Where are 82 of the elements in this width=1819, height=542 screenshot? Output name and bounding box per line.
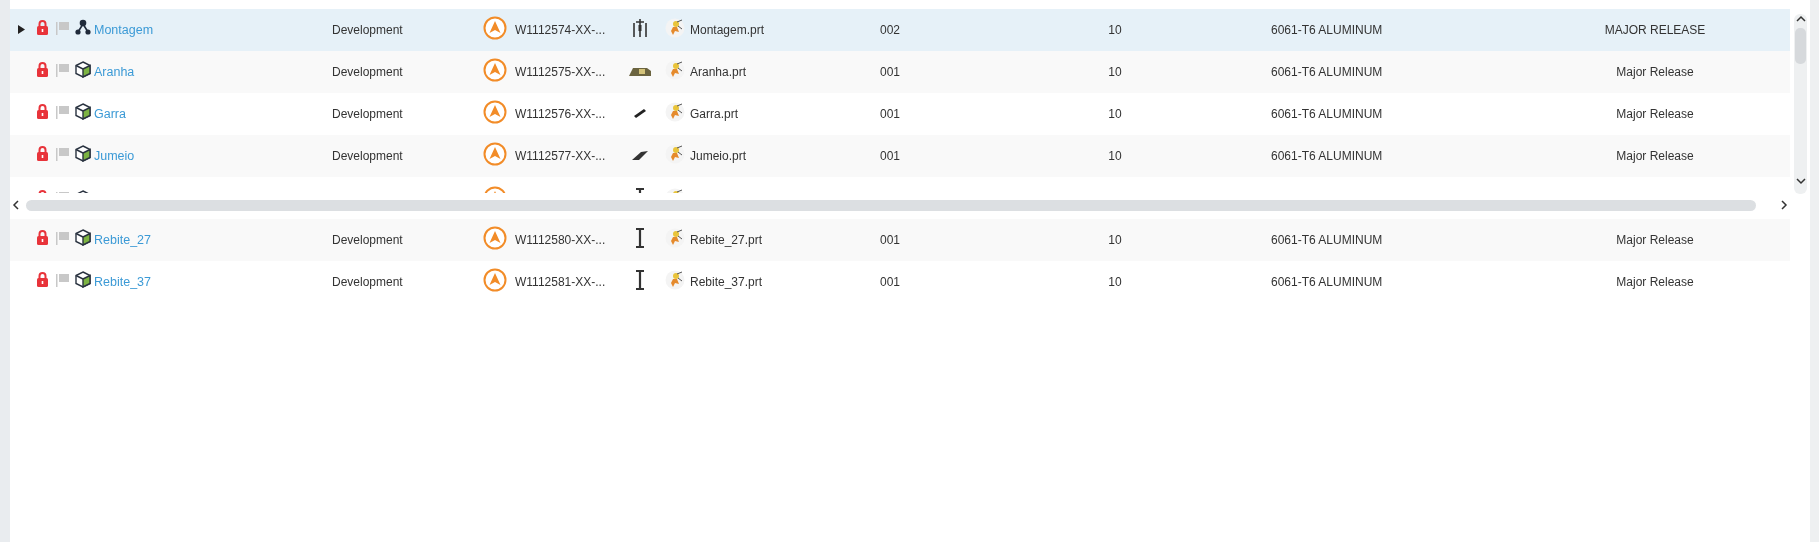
quantity-text: 10: [1108, 23, 1122, 37]
approval-icon: [483, 15, 507, 40]
flag-icon: [55, 272, 69, 287]
release-text: Major Release: [1616, 65, 1694, 79]
table-row[interactable]: Montagem Development W1112574-XX-... Montagem.prt 002 10 6061-T6 ALUMINUM MAJOR RELEASE: [10, 9, 1790, 51]
material-text: 6061-T6 ALUMINUM: [1271, 65, 1383, 79]
table-row[interactable]: Aranha Development W1112575-XX-... Aranha.prt 001 10 6061-T6 ALUMINUM Major Release: [10, 51, 1790, 93]
table-row[interactable]: Rebite_37 Development W1112581-XX-... Rebite_37.prt 001 10 6061-T6 ALUMINUM Major Release: [10, 261, 1790, 303]
approval-icon: [483, 225, 507, 250]
approval-icon: [483, 99, 507, 124]
quantity-text: 10: [1108, 275, 1122, 289]
part-number-text: W1112575-XX-...: [515, 65, 606, 79]
material-text: 6061-T6 ALUMINUM: [1271, 149, 1383, 163]
file-name-text: Montagem.prt: [690, 23, 765, 37]
state-text: Development: [332, 65, 403, 79]
part-thumbnail-icon: [636, 227, 644, 248]
cube-icon: [75, 145, 91, 162]
quantity-text: 10: [1108, 65, 1122, 79]
table-row[interactable]: Jumeio Development W1112577-XX-... Jumeio.prt 001 10 6061-T6 ALUMINUM Major Release: [10, 135, 1790, 177]
cube-icon: [75, 61, 91, 78]
release-text: Major Release: [1616, 107, 1694, 121]
file-name-text: Rebite_27.prt: [690, 233, 763, 247]
state-text: Development: [332, 149, 403, 163]
vertical-scrollbar[interactable]: [1794, 14, 1807, 194]
horizontal-scrollbar[interactable]: [26, 199, 1756, 211]
part-number-text: W1112577-XX-...: [515, 149, 606, 163]
revision-text: 001: [880, 107, 901, 121]
flag-icon: [55, 20, 69, 35]
revision-text: 001: [880, 65, 901, 79]
file-name-text: Rebite_37.prt: [690, 275, 763, 289]
state-text: Development: [332, 233, 403, 247]
part-number-text: W1112574-XX-...: [515, 23, 606, 37]
material-text: 6061-T6 ALUMINUM: [1271, 275, 1383, 289]
state-text: Development: [332, 107, 403, 121]
file-name-text: Jumeio.prt: [690, 149, 747, 163]
cube-icon: [75, 103, 91, 120]
cube-icon: [75, 271, 91, 288]
part-thumbnail-icon: [636, 269, 644, 290]
quantity-text: 10: [1108, 149, 1122, 163]
approval-icon: [483, 57, 507, 82]
figure-icon: [665, 101, 685, 122]
flag-icon: [55, 62, 69, 77]
state-text: Development: [332, 275, 403, 289]
release-text: Major Release: [1616, 275, 1694, 289]
flag-icon: [55, 104, 69, 119]
revision-text: 001: [880, 149, 901, 163]
expand-icon[interactable]: [17, 25, 25, 34]
figure-icon: [665, 269, 685, 290]
part-thumbnail-icon: [629, 68, 651, 76]
material-text: 6061-T6 ALUMINUM: [1271, 233, 1383, 247]
state-text: Development: [332, 23, 403, 37]
flag-icon: [55, 146, 69, 161]
file-name-text: Aranha.prt: [690, 65, 747, 79]
assembly-icon: [75, 19, 91, 36]
part-thumbnail-icon: [632, 151, 648, 160]
release-text: MAJOR RELEASE: [1604, 23, 1706, 37]
table-row[interactable]: Garra Development W1112576-XX-... Garra.prt 001 10 6061-T6 ALUMINUM Major Release: [10, 93, 1790, 135]
part-number-text: W1112581-XX-...: [515, 275, 606, 289]
part-number-text: W1112576-XX-...: [515, 107, 606, 121]
scroll-down-icon[interactable]: [1795, 176, 1807, 186]
cube-icon: [75, 229, 91, 246]
part-number-text: W1112580-XX-...: [515, 233, 606, 247]
revision-text: 001: [880, 275, 901, 289]
revision-text: 001: [880, 233, 901, 247]
part-thumbnail-icon: [633, 17, 647, 38]
scroll-left-icon[interactable]: [10, 199, 22, 211]
approval-icon: [483, 141, 507, 166]
file-name-text: Garra.prt: [690, 107, 738, 121]
approval-icon: [483, 267, 507, 292]
material-text: 6061-T6 ALUMINUM: [1271, 107, 1383, 121]
revision-text: 002: [880, 23, 901, 37]
quantity-text: 10: [1108, 233, 1122, 247]
release-text: Major Release: [1616, 233, 1694, 247]
part-thumbnail-icon: [634, 109, 646, 118]
material-text: 6061-T6 ALUMINUM: [1271, 23, 1383, 37]
table-row[interactable]: Rebite_27 Development W1112580-XX-... Rebite_27.prt 001 10 6061-T6 ALUMINUM Major Release: [10, 219, 1790, 261]
quantity-text: 10: [1108, 107, 1122, 121]
scroll-up-icon[interactable]: [1795, 14, 1807, 24]
figure-icon: [665, 17, 685, 38]
release-text: Major Release: [1616, 149, 1694, 163]
scroll-right-icon[interactable]: [1778, 199, 1790, 211]
flag-icon: [55, 230, 69, 245]
